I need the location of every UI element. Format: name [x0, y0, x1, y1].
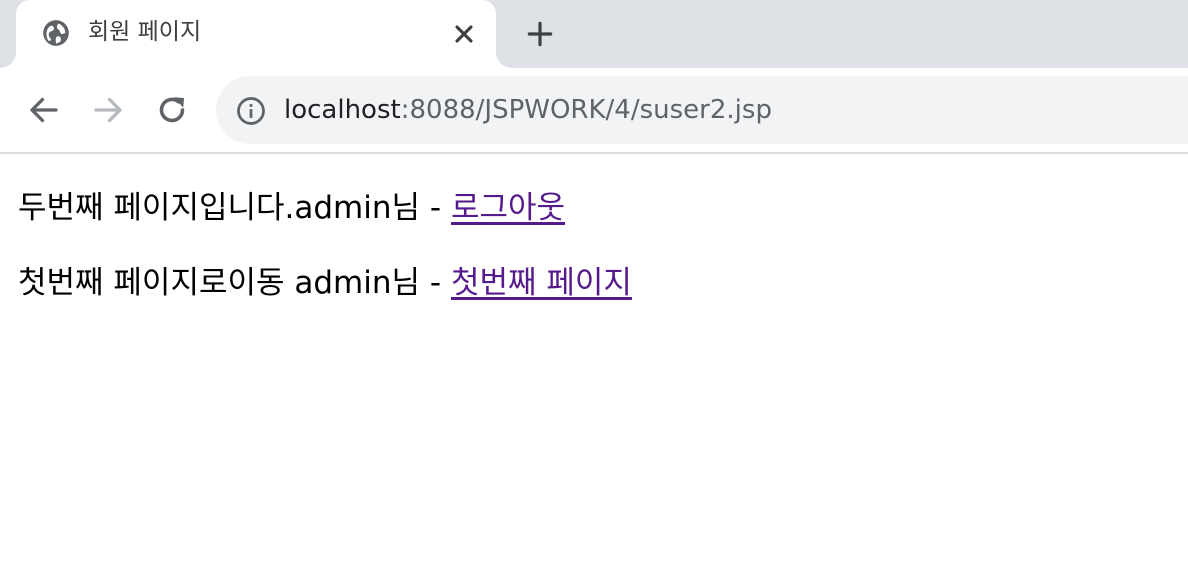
toolbar-divider — [0, 152, 1188, 154]
tab-strip: 회원 페이지 — [0, 0, 1188, 68]
first-page-line: 첫번째 페이지로이동 admin님 - 첫번째 페이지 — [18, 259, 1168, 307]
logout-link[interactable]: 로그아웃 — [451, 190, 565, 226]
reload-icon[interactable] — [154, 92, 190, 128]
second-page-message: 두번째 페이지입니다.admin님 - — [18, 190, 451, 226]
arrow-right-icon[interactable] — [90, 92, 126, 128]
url-path: :8088/JSPWORK/4/suser2.jsp — [400, 95, 772, 125]
arrow-left-icon[interactable] — [26, 92, 62, 128]
address-bar[interactable]: localhost:8088/JSPWORK/4/suser2.jsp — [216, 76, 1188, 144]
globe-icon — [43, 20, 69, 46]
move-first-page-message: 첫번째 페이지로이동 admin님 - — [18, 265, 451, 301]
logout-line: 두번째 페이지입니다.admin님 - 로그아웃 — [18, 184, 1168, 232]
close-icon[interactable] — [450, 20, 478, 48]
plus-icon[interactable] — [524, 18, 556, 50]
url-host: localhost — [284, 95, 401, 125]
tab-corner-left — [0, 52, 16, 68]
first-page-link[interactable]: 첫번째 페이지 — [451, 265, 632, 301]
info-icon[interactable] — [236, 96, 266, 126]
tab-corner-right — [496, 52, 512, 68]
tab-title: 회원 페이지 — [88, 19, 202, 45]
page-content: 두번째 페이지입니다.admin님 - 로그아웃 첫번째 페이지로이동 admi… — [18, 184, 1168, 334]
active-tab[interactable]: 회원 페이지 — [16, 0, 496, 68]
url-text[interactable]: localhost:8088/JSPWORK/4/suser2.jsp — [284, 92, 772, 128]
browser-toolbar: localhost:8088/JSPWORK/4/suser2.jsp — [0, 68, 1188, 152]
